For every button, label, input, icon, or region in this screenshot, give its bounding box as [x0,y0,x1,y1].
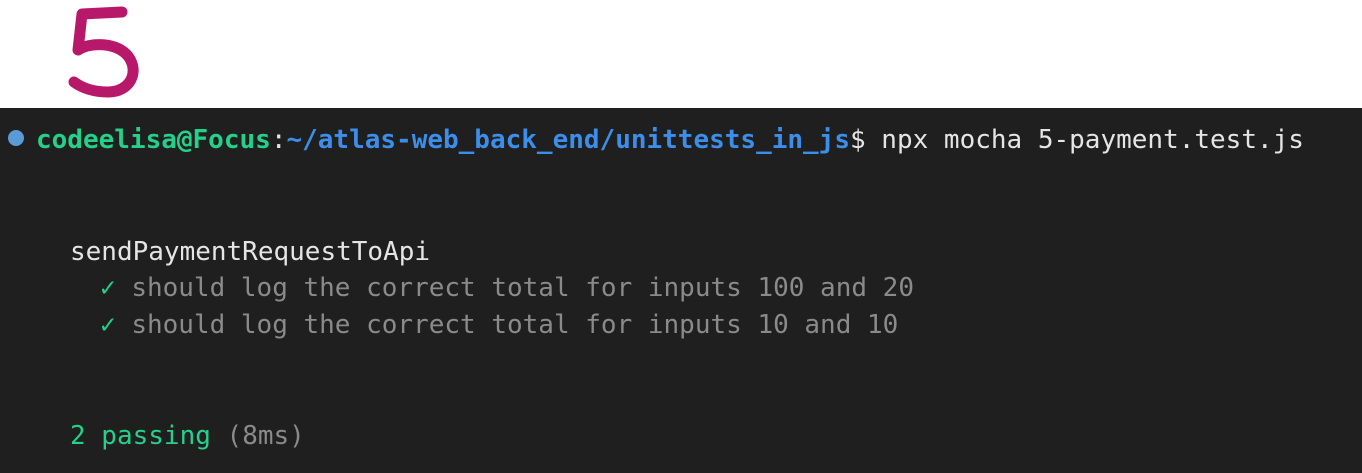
number-five-badge-icon [68,6,139,98]
prompt-symbol: $ [850,125,866,155]
passing-count: 2 passing [70,421,211,451]
command-status-dot-icon[interactable] [8,130,24,146]
test-result-line: ✓ should log the correct total for input… [100,272,914,304]
test-suite-name: sendPaymentRequestToApi [70,237,431,267]
prompt-separator: : [270,125,287,155]
prompt-path: ~/atlas-web_back_end/unittests_in_js [286,125,850,155]
check-icon: ✓ [100,273,116,303]
prompt-command: npx mocha 5-payment.test.js [865,125,1304,155]
test-title: should log the correct total for inputs … [131,273,914,303]
header-area [0,0,1362,108]
test-summary: 2 passing (8ms) [70,420,305,452]
terminal-window[interactable]: codeelisa@Focus:~/atlas-web_back_end/uni… [0,108,1362,473]
test-result-line: ✓ should log the correct total for input… [100,309,898,341]
test-title: should log the correct total for inputs … [131,310,899,340]
check-icon: ✓ [100,310,116,340]
prompt-line: codeelisa@Focus:~/atlas-web_back_end/uni… [8,124,1304,156]
test-duration: (8ms) [226,421,305,451]
prompt-user-host: codeelisa@Focus [36,125,271,155]
